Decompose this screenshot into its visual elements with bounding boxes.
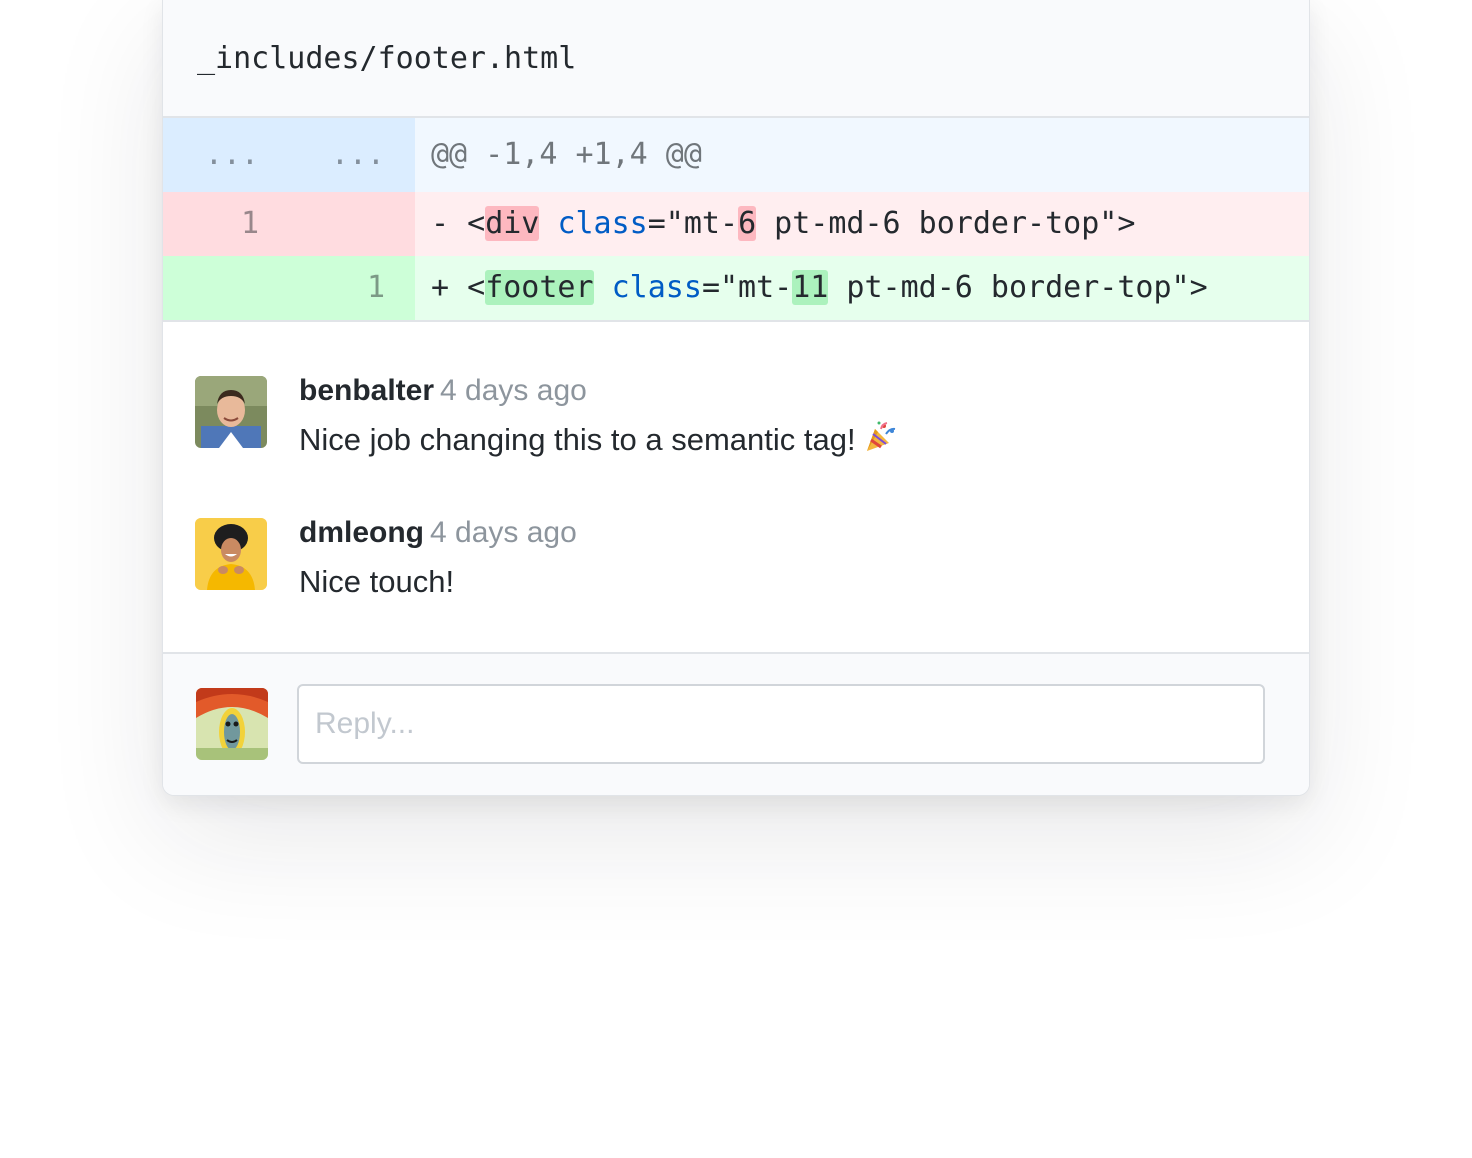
reply-area bbox=[163, 654, 1309, 795]
reply-input[interactable] bbox=[297, 684, 1265, 764]
file-header: _includes/footer.html bbox=[163, 0, 1309, 118]
attr-keyword: class bbox=[557, 206, 648, 241]
new-line-number[interactable]: 1 bbox=[289, 256, 415, 320]
comment-text: Nice touch! bbox=[299, 564, 455, 599]
deleted-token: 6 bbox=[738, 206, 757, 241]
deleted-code-line: - <div class="mt-6 pt-md-6 border-top"> bbox=[415, 192, 1309, 256]
diff-hunk-header: ... ... @@ -1,4 +1,4 @@ bbox=[163, 118, 1309, 192]
comment-author[interactable]: benbalter bbox=[299, 374, 434, 407]
file-path[interactable]: _includes/footer.html bbox=[197, 41, 576, 76]
old-line-number[interactable]: 1 bbox=[163, 192, 289, 256]
attr-keyword: class bbox=[611, 270, 702, 305]
diff-addition-row: 1 + <footer class="mt-11 pt-md-6 border-… bbox=[163, 256, 1309, 322]
hunk-expand-right[interactable]: ... bbox=[289, 118, 415, 192]
current-user-avatar[interactable] bbox=[196, 688, 268, 760]
comment-thread: benbalter 4 days ago Nice job changing th… bbox=[163, 322, 1309, 654]
deleted-token: div bbox=[485, 206, 540, 241]
review-comment-card: _includes/footer.html ... ... @@ -1,4 +1… bbox=[162, 0, 1310, 796]
avatar[interactable] bbox=[195, 376, 267, 448]
hunk-text: @@ -1,4 +1,4 @@ bbox=[415, 118, 1309, 192]
avatar[interactable] bbox=[195, 518, 267, 590]
comment-timestamp[interactable]: 4 days ago bbox=[430, 516, 577, 549]
added-token: footer bbox=[485, 270, 594, 305]
added-code-line: + <footer class="mt-11 pt-md-6 border-to… bbox=[415, 256, 1309, 320]
new-line-number[interactable] bbox=[289, 192, 415, 256]
comment: benbalter 4 days ago Nice job changing th… bbox=[163, 374, 1309, 516]
comment-timestamp[interactable]: 4 days ago bbox=[440, 374, 587, 407]
comment-text: Nice job changing this to a semantic tag… bbox=[299, 422, 856, 458]
diff-deletion-row: 1 - <div class="mt-6 pt-md-6 border-top"… bbox=[163, 192, 1309, 256]
hunk-expand-left[interactable]: ... bbox=[163, 118, 289, 192]
comment: dmleong 4 days ago Nice touch! bbox=[163, 516, 1309, 658]
added-token: 11 bbox=[792, 270, 829, 305]
comment-author[interactable]: dmleong bbox=[299, 516, 424, 549]
party-popper-icon bbox=[864, 420, 898, 464]
old-line-number[interactable] bbox=[163, 256, 289, 320]
